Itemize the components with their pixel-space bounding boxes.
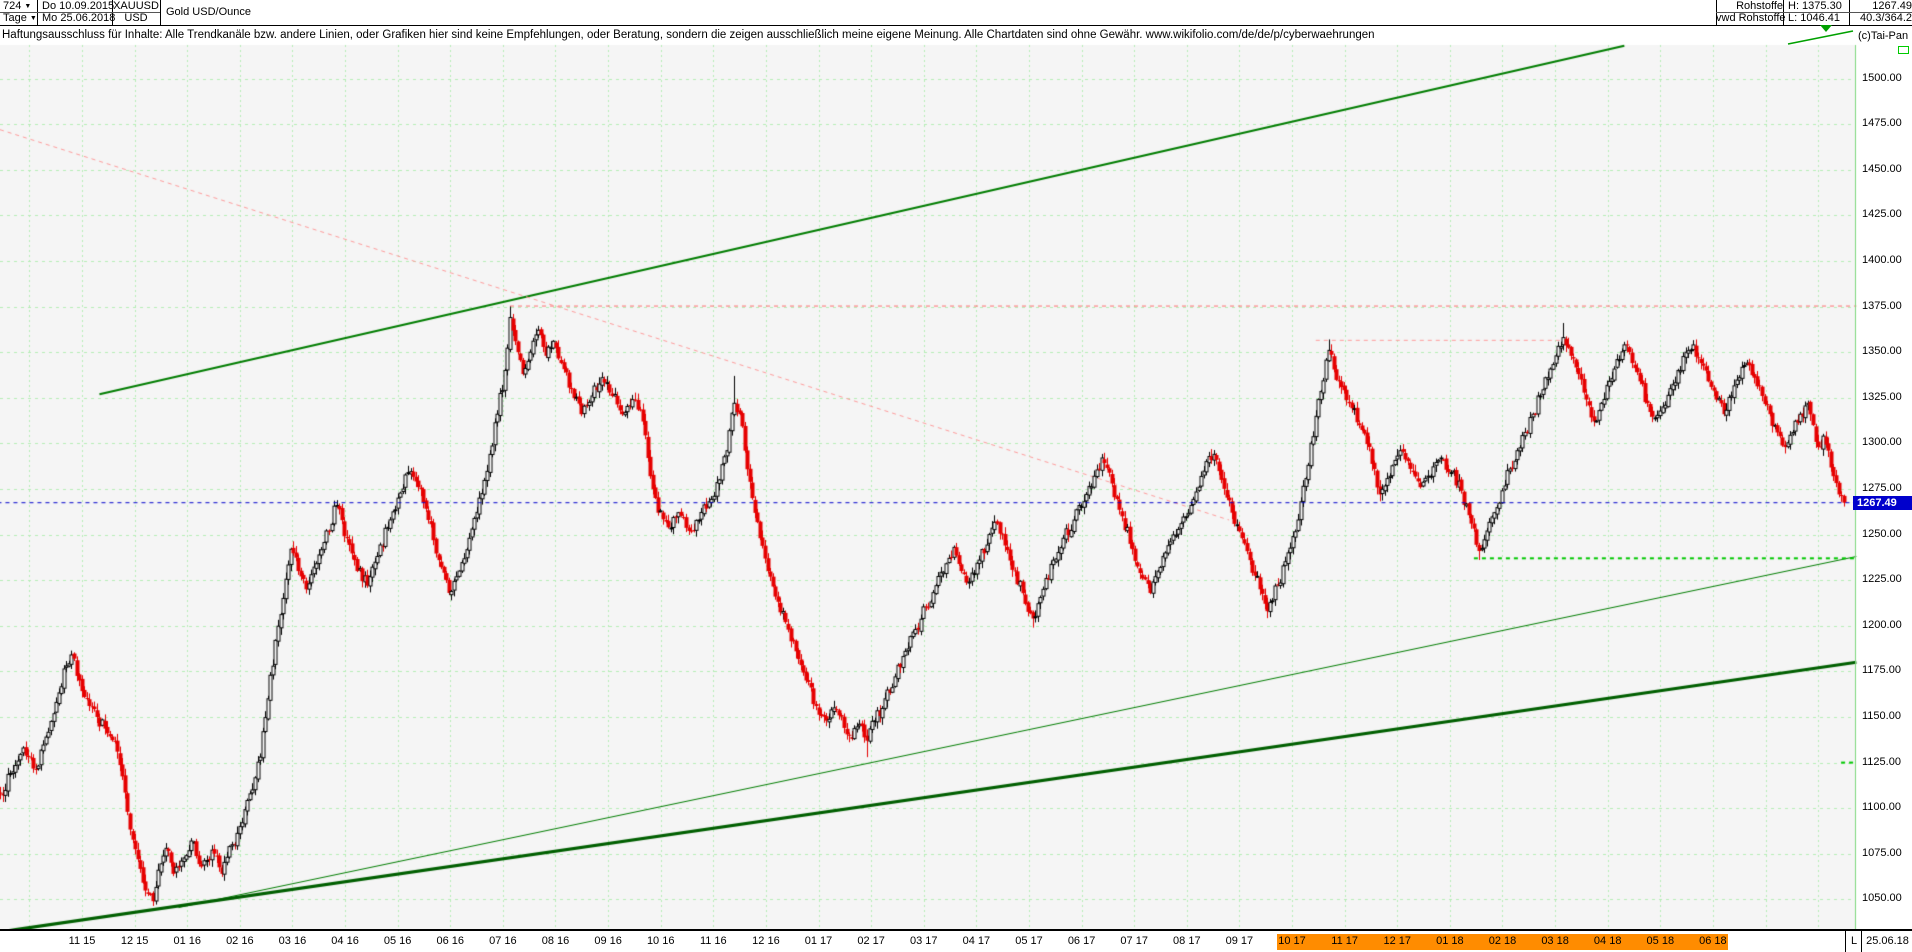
x-axis-label: 01 16 bbox=[173, 935, 201, 947]
x-axis-label: 12 15 bbox=[121, 935, 149, 947]
y-axis-label: 1250.00 bbox=[1862, 528, 1902, 540]
currency-label: USD bbox=[112, 12, 160, 24]
y-axis-label: 1050.00 bbox=[1862, 892, 1902, 904]
x-axis-label: 02 16 bbox=[226, 935, 254, 947]
x-axis-label: 01 17 bbox=[805, 935, 833, 947]
divider bbox=[0, 12, 160, 13]
divider bbox=[160, 0, 161, 25]
y-axis-label: 1375.00 bbox=[1862, 300, 1902, 312]
x-axis-label: 06 17 bbox=[1068, 935, 1096, 947]
y-axis-label: 1100.00 bbox=[1862, 801, 1901, 813]
bars-count-dropdown[interactable]: 724▼ bbox=[0, 0, 40, 12]
x-axis-label: 11 17 bbox=[1331, 935, 1358, 947]
disclaimer-text: Haftungsausschluss für Inhalte: Alle Tre… bbox=[0, 26, 1912, 44]
page-title: Gold USD/Ounce bbox=[166, 3, 466, 22]
x-axis: 11 15 12 15 01 16 02 16 03 16 04 16 05 16 06 16… bbox=[0, 929, 1912, 952]
axis-handle[interactable] bbox=[1898, 46, 1909, 54]
x-axis-label: 07 16 bbox=[489, 935, 517, 947]
category-label: Rohstoffe bbox=[1716, 0, 1787, 12]
last-price-marker: 1267.49 bbox=[1853, 496, 1912, 510]
x-axis-label: 03 17 bbox=[910, 935, 938, 947]
x-axis-label: 02 17 bbox=[857, 935, 885, 947]
y-axis-label: 1300.00 bbox=[1862, 436, 1902, 448]
x-axis-label: 09 16 bbox=[594, 935, 622, 947]
x-axis-label: 05 16 bbox=[384, 935, 412, 947]
y-axis-label: 1425.00 bbox=[1862, 208, 1902, 220]
y-axis-label: 1400.00 bbox=[1862, 254, 1902, 266]
x-axis-label: 08 17 bbox=[1173, 935, 1201, 947]
y-axis-label: 1150.00 bbox=[1862, 710, 1901, 722]
mini-trendline-decoration bbox=[1680, 20, 1912, 52]
x-axis-label: 10 17 bbox=[1278, 935, 1306, 947]
x-axis-label: 05 17 bbox=[1015, 935, 1043, 947]
start-date: Do 10.09.2015 bbox=[38, 0, 116, 12]
x-axis-label: 03 18 bbox=[1541, 935, 1569, 947]
x-axis-label: 01 18 bbox=[1436, 935, 1464, 947]
x-axis-label: 03 16 bbox=[279, 935, 307, 947]
x-axis-label: 06 16 bbox=[437, 935, 465, 947]
y-axis-label: 1175.00 bbox=[1862, 664, 1901, 676]
x-axis-label: 07 17 bbox=[1120, 935, 1148, 947]
symbol-label: XAUUSD bbox=[112, 0, 160, 12]
y-axis-label: 1275.00 bbox=[1862, 482, 1902, 494]
y-axis-label: 1325.00 bbox=[1862, 391, 1902, 403]
timeframe-dropdown[interactable]: Tage▼ bbox=[0, 12, 40, 24]
x-axis-label: 11 16 bbox=[700, 935, 727, 947]
x-axis-label: 04 16 bbox=[331, 935, 359, 947]
toolbar: 724▼ Tage▼ Do 10.09.2015 Mo 25.06.2018 X… bbox=[0, 0, 1912, 26]
y-axis-label: 1125.00 bbox=[1862, 756, 1901, 768]
price-chart-canvas[interactable] bbox=[0, 0, 1912, 952]
y-axis-label: 1200.00 bbox=[1862, 619, 1902, 631]
y-axis-label: 1450.00 bbox=[1862, 163, 1902, 175]
y-axis-label: 1500.00 bbox=[1862, 72, 1902, 84]
x-axis-label: 12 17 bbox=[1383, 935, 1411, 947]
chevron-down-icon[interactable]: ▼ bbox=[24, 3, 31, 10]
application-window: 724▼ Tage▼ Do 10.09.2015 Mo 25.06.2018 X… bbox=[0, 0, 1912, 952]
y-axis-label: 1075.00 bbox=[1862, 847, 1902, 859]
high-value: H: 1375.30 bbox=[1783, 0, 1854, 12]
x-axis-label: 12 16 bbox=[752, 935, 780, 947]
chevron-down-icon[interactable]: ▼ bbox=[30, 15, 37, 22]
y-axis-label: 1350.00 bbox=[1862, 345, 1902, 357]
x-axis-label: 10 16 bbox=[647, 935, 675, 947]
last-price-value: 1267.49 bbox=[1849, 0, 1912, 12]
title-cell: Gold USD/Ounce bbox=[166, 0, 466, 25]
divider bbox=[1716, 12, 1912, 13]
x-axis-label: 09 17 bbox=[1226, 935, 1254, 947]
low-marker-box: L bbox=[1845, 931, 1862, 952]
triangle-marker-icon bbox=[1820, 25, 1832, 32]
x-axis-label: 06 18 bbox=[1699, 935, 1727, 947]
x-axis-label: 04 18 bbox=[1594, 935, 1622, 947]
end-date: Mo 25.06.2018 bbox=[38, 12, 116, 24]
x-axis-label: 05 18 bbox=[1647, 935, 1675, 947]
y-axis-label: 1475.00 bbox=[1862, 117, 1902, 129]
x-axis-label: 08 16 bbox=[542, 935, 570, 947]
x-axis-label: 11 15 bbox=[69, 935, 96, 947]
x-axis-label: 04 17 bbox=[963, 935, 991, 947]
last-date-box: 25.06.18 bbox=[1861, 931, 1912, 952]
y-axis-label: 1225.00 bbox=[1862, 573, 1902, 585]
x-axis-label: 02 18 bbox=[1489, 935, 1517, 947]
